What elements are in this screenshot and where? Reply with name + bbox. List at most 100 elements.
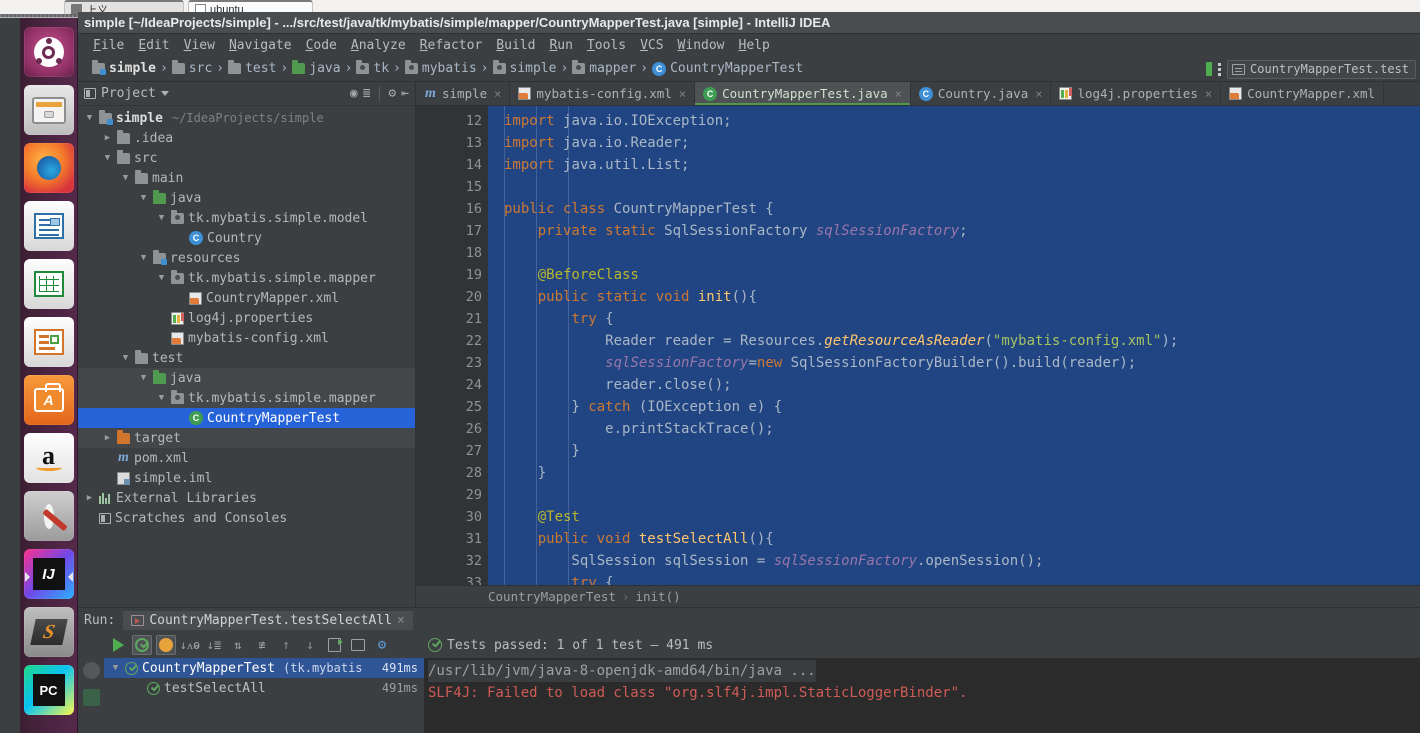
next-failure-button[interactable]: ↓: [300, 635, 320, 655]
close-icon[interactable]: ×: [895, 87, 902, 101]
twisty-expanded-icon[interactable]: ▼: [120, 353, 131, 363]
project-tree-item[interactable]: ▼ src: [78, 148, 415, 168]
console-output[interactable]: /usr/lib/jvm/java-8-openjdk-amd64/bin/ja…: [424, 658, 1420, 733]
twisty-expanded-icon[interactable]: ▼: [138, 253, 149, 263]
project-tree-item[interactable]: ▼ simple ~/IdeaProjects/simple: [78, 108, 415, 128]
project-tree-item[interactable]: ▶ target: [78, 428, 415, 448]
launcher-item-files[interactable]: [23, 85, 74, 135]
twisty-collapsed-icon[interactable]: ▶: [102, 133, 113, 143]
menu-item-file[interactable]: File: [86, 37, 131, 54]
breadcrumb-item-src[interactable]: src: [168, 60, 216, 77]
rerun-failed-icon[interactable]: [82, 689, 100, 706]
project-tree-item[interactable]: ▼ tk.mybatis.simple.mapper: [78, 388, 415, 408]
code-editor[interactable]: 12 13 14 15 16 17 18 19 20 21 22 23 24 25 26 27 28 29 30 31…: [416, 106, 1420, 585]
project-tree-item[interactable]: log4j.properties: [78, 308, 415, 328]
launcher-item-sublime-text[interactable]: S: [23, 607, 74, 657]
project-tree-item[interactable]: ▼ tk.mybatis.simple.model: [78, 208, 415, 228]
launcher-item-libreoffice-writer[interactable]: [23, 201, 74, 251]
test-tree-row[interactable]: ▼ CountryMapperTest (tk.mybatis 491ms: [104, 658, 424, 678]
twisty-expanded-icon[interactable]: ▼: [84, 113, 95, 123]
twisty-expanded-icon[interactable]: ▼: [110, 663, 121, 673]
twisty-expanded-icon[interactable]: ▼: [102, 153, 113, 163]
project-tree-item[interactable]: ▼ resources: [78, 248, 415, 268]
project-tree-item[interactable]: Scratches and Consoles: [78, 508, 415, 528]
menu-item-tools[interactable]: Tools: [580, 37, 633, 54]
locate-icon[interactable]: ◉: [350, 87, 358, 100]
show-passed-toggle[interactable]: [132, 635, 152, 655]
menu-item-vcs[interactable]: VCS: [633, 37, 670, 54]
editor-tab-countrymappertest-java[interactable]: C CountryMapperTest.java ×: [695, 82, 911, 105]
close-icon[interactable]: ×: [397, 613, 405, 628]
menu-item-window[interactable]: Window: [671, 37, 732, 54]
close-icon[interactable]: ×: [494, 87, 501, 101]
twisty-collapsed-icon[interactable]: ▶: [102, 433, 113, 443]
breadcrumb-item-mapper[interactable]: mapper: [568, 60, 640, 77]
editor-breadcrumb-item[interactable]: CountryMapperTest: [488, 589, 616, 604]
project-tree-item[interactable]: C CountryMapperTest: [78, 408, 415, 428]
project-tree-item[interactable]: m pom.xml: [78, 448, 415, 468]
launcher-item-system-settings[interactable]: [23, 491, 74, 541]
collapse-all-icon[interactable]: ≣: [363, 87, 371, 100]
test-tree-row[interactable]: testSelectAll 491ms: [104, 678, 424, 698]
editor-tab-country-java[interactable]: C Country.java ×: [911, 82, 1052, 105]
breadcrumb-item-java[interactable]: java: [288, 60, 344, 77]
code-text-area[interactable]: import java.io.IOException; import java.i…: [488, 106, 1420, 585]
twisty-expanded-icon[interactable]: ▼: [138, 373, 149, 383]
gear-icon[interactable]: ⚙: [388, 87, 396, 100]
project-tree-item[interactable]: ▼ java: [78, 368, 415, 388]
menu-item-analyze[interactable]: Analyze: [344, 37, 413, 54]
menu-item-run[interactable]: Run: [542, 37, 579, 54]
breadcrumb-item-tk[interactable]: tk: [352, 60, 393, 77]
launcher-item-amazon[interactable]: a: [23, 433, 74, 483]
launcher-item-libreoffice-calc[interactable]: [23, 259, 74, 309]
launcher-item-ubuntu-software[interactable]: A: [23, 375, 74, 425]
project-tree-item[interactable]: simple.iml: [78, 468, 415, 488]
project-tree-item[interactable]: ▶ .idea: [78, 128, 415, 148]
twisty-expanded-icon[interactable]: ▼: [156, 393, 167, 403]
editor-tab-countrymapper-xml[interactable]: CountryMapper.xml: [1221, 82, 1385, 105]
launcher-item-intellij-idea[interactable]: IJ: [23, 549, 74, 599]
project-tree-item[interactable]: ▼ tk.mybatis.simple.mapper: [78, 268, 415, 288]
collapse-all-button[interactable]: ≢: [252, 635, 272, 655]
menu-item-refactor[interactable]: Refactor: [413, 37, 490, 54]
project-tree-item[interactable]: ▼ main: [78, 168, 415, 188]
breadcrumb-item-mybatis[interactable]: mybatis: [401, 60, 481, 77]
twisty-expanded-icon[interactable]: ▼: [138, 193, 149, 203]
launcher-item-firefox[interactable]: [23, 143, 74, 193]
menu-item-help[interactable]: Help: [732, 37, 777, 54]
close-icon[interactable]: ×: [1035, 87, 1042, 101]
project-tree-item[interactable]: ▼ java: [78, 188, 415, 208]
project-tree-item[interactable]: C Country: [78, 228, 415, 248]
project-tree-item[interactable]: ▶ External Libraries: [78, 488, 415, 508]
twisty-expanded-icon[interactable]: ▼: [120, 173, 131, 183]
editor-tab-log4j-properties[interactable]: log4j.properties ×: [1051, 82, 1222, 105]
close-icon[interactable]: ×: [1205, 87, 1212, 101]
run-configuration-selector[interactable]: CountryMapperTest.test: [1227, 59, 1416, 79]
project-tree-item[interactable]: ▼ test: [78, 348, 415, 368]
breadcrumb-item-test[interactable]: test: [224, 60, 280, 77]
sort-by-duration-button[interactable]: ↓≣: [204, 635, 224, 655]
export-results-button[interactable]: [324, 635, 344, 655]
twisty-expanded-icon[interactable]: ▼: [156, 213, 167, 223]
breadcrumb-item-simple[interactable]: simple: [88, 60, 160, 77]
breadcrumb-item-simple[interactable]: simple: [489, 60, 561, 77]
project-tree-item[interactable]: CountryMapper.xml: [78, 288, 415, 308]
sort-alphabetically-button[interactable]: ↓ᴀⱺ: [180, 635, 200, 655]
editor-breadcrumb-item[interactable]: init(): [635, 589, 680, 604]
launcher-item-pycharm[interactable]: PC: [23, 665, 74, 715]
expand-all-button[interactable]: ⇅: [228, 635, 248, 655]
run-tab[interactable]: CountryMapperTest.testSelectAll ×: [123, 610, 413, 630]
project-tree-item[interactable]: mybatis-config.xml: [78, 328, 415, 348]
launcher-item-libreoffice-impress[interactable]: [23, 317, 74, 367]
menu-item-code[interactable]: Code: [299, 37, 344, 54]
show-ignored-toggle[interactable]: [156, 635, 176, 655]
twisty-collapsed-icon[interactable]: ▶: [84, 493, 95, 503]
open-results-button[interactable]: [348, 635, 368, 655]
editor-gutter[interactable]: 12 13 14 15 16 17 18 19 20 21 22 23 24 25 26 27 28 29 30 31…: [416, 106, 514, 585]
menu-item-build[interactable]: Build: [489, 37, 542, 54]
chevron-down-icon[interactable]: [160, 91, 169, 96]
test-settings-button[interactable]: ⚙: [372, 635, 392, 655]
previous-failure-button[interactable]: ↑: [276, 635, 296, 655]
twisty-expanded-icon[interactable]: ▼: [156, 273, 167, 283]
breadcrumb-item-countrymappertest[interactable]: C CountryMapperTest: [648, 60, 807, 77]
